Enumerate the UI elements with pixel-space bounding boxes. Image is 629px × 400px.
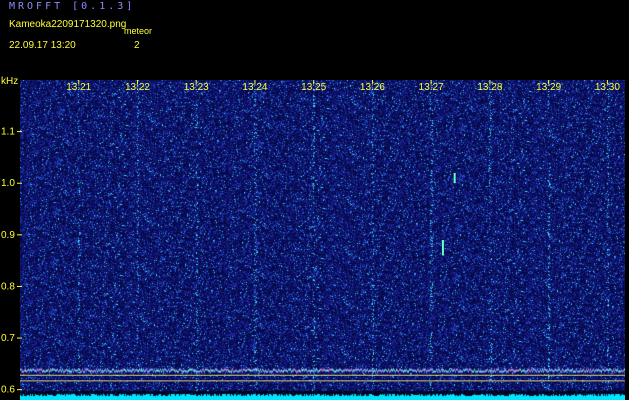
x-tick-label: 13:30 <box>595 82 620 93</box>
x-tick-label: 13:27 <box>419 82 444 93</box>
y-tick-label: 1.1 <box>1 127 15 138</box>
y-tick-label: 0.6 <box>1 385 15 396</box>
y-axis-label: kHz <box>1 76 18 87</box>
y-tick-label: 0.7 <box>1 333 15 344</box>
x-tick-label: 13:24 <box>242 82 267 93</box>
x-tick-label: 13:21 <box>66 82 91 93</box>
spectrogram-overlay: kHz 13:21 13:22 13:23 13:24 13:25 13:26 13:27 13… <box>1 76 625 396</box>
x-tick-label: 13:29 <box>536 82 561 93</box>
x-tick-label: 13:28 <box>477 82 502 93</box>
x-tick-label: 13:26 <box>360 82 385 93</box>
x-tick-label: 13:22 <box>125 82 150 93</box>
x-tick-label: 13:23 <box>184 82 209 93</box>
y-tick-label: 1.0 <box>1 178 15 189</box>
y-tick-label: 0.8 <box>1 281 15 292</box>
y-tick-label: 0.9 <box>1 230 15 241</box>
x-tick-label: 13:25 <box>301 82 326 93</box>
